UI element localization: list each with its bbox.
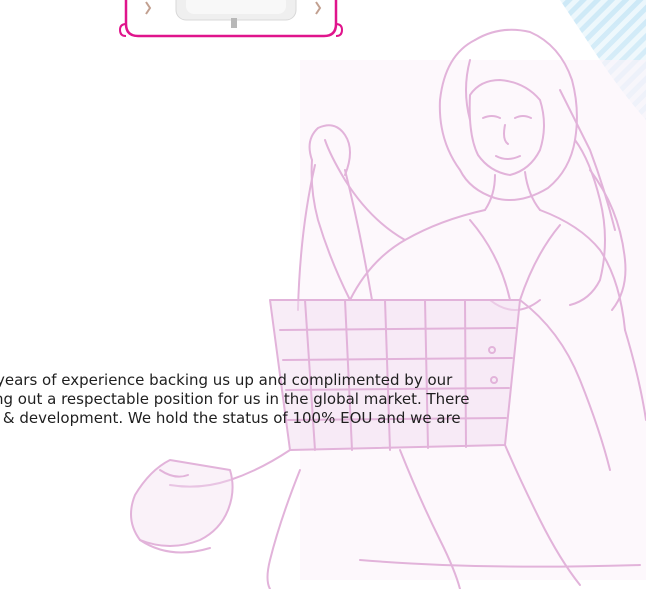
product-thumbnail-frame[interactable] <box>116 0 346 38</box>
intro-line-1: years of experience backing us up and co… <box>0 371 453 389</box>
page-canvas: years of experience backing us up and co… <box>0 0 646 589</box>
background-illustration <box>130 0 646 589</box>
intro-line-3: l & development. We hold the status of 1… <box>0 409 461 427</box>
company-intro-paragraph: years of experience backing us up and co… <box>0 371 646 428</box>
intro-line-2: ng out a respectable position for us in … <box>0 390 470 408</box>
